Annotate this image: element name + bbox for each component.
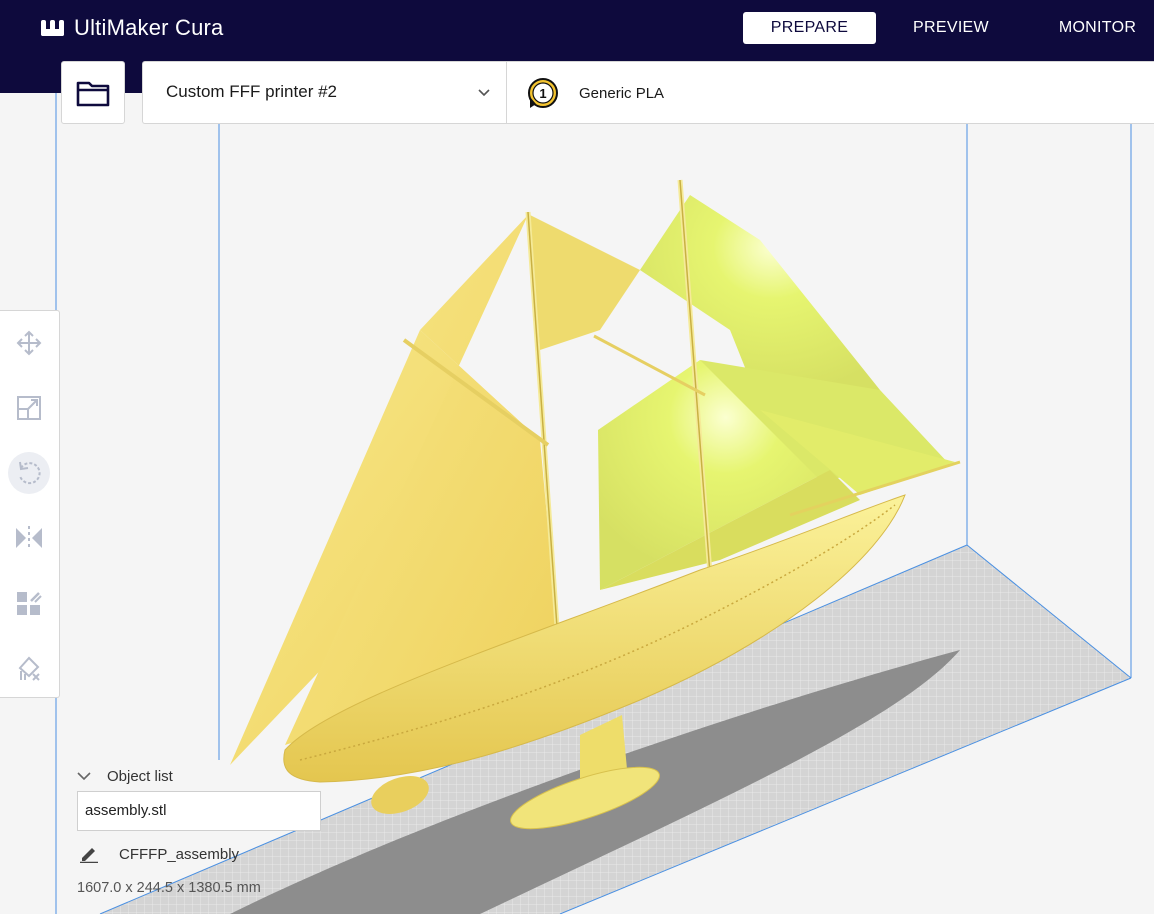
object-list-panel: Object list assembly.stl [77, 764, 337, 831]
extruder-icon: 1 [528, 77, 558, 108]
open-file-button[interactable] [61, 61, 125, 124]
tab-monitor[interactable]: MONITOR [1045, 12, 1150, 44]
material-selector[interactable]: 1 Generic PLA [526, 76, 664, 110]
machine-material-bar: Custom FFF printer #2 1 Generic PLA [142, 61, 1154, 124]
mirror-tool-button[interactable] [8, 517, 50, 559]
support-blocker-icon [18, 656, 40, 681]
extruder-number: 1 [539, 86, 546, 101]
chevron-down-icon [478, 89, 490, 97]
move-tool-button[interactable] [8, 322, 50, 364]
rotate-icon [19, 461, 41, 485]
move-icon [16, 330, 42, 356]
tool-panel [0, 310, 60, 698]
job-name[interactable]: CFFFP_assembly [119, 846, 239, 863]
per-model-settings-button[interactable] [8, 582, 50, 624]
object-list-item[interactable]: assembly.stl [77, 791, 321, 831]
mirror-icon [16, 526, 42, 550]
material-name: Generic PLA [579, 84, 665, 102]
object-list-toggle[interactable]: Object list [77, 764, 337, 788]
job-name-row: CFFFP_assembly [79, 845, 239, 863]
app-logo: UltiMaker Cura [40, 14, 224, 42]
folder-icon [76, 81, 110, 106]
rotate-tool-button[interactable] [8, 452, 50, 494]
pencil-icon[interactable] [79, 845, 99, 863]
scale-tool-button[interactable] [8, 387, 50, 429]
header-bar: UltiMaker Cura PREPARE PREVIEW MONITOR [0, 0, 1154, 56]
printer-name: Custom FFF printer #2 [166, 82, 337, 101]
app-title: UltiMaker Cura [74, 15, 224, 40]
object-list-header: Object list [107, 767, 173, 785]
ultimaker-logo-icon [41, 20, 64, 36]
chevron-down-icon [77, 772, 91, 781]
tab-preview[interactable]: PREVIEW [895, 12, 1007, 44]
printer-selector[interactable]: Custom FFF printer #2 [143, 62, 507, 123]
model-dimensions: 1607.0 x 244.5 x 1380.5 mm [77, 880, 261, 896]
scale-icon [17, 396, 41, 420]
per-model-settings-icon [17, 592, 42, 615]
support-blocker-button[interactable] [8, 647, 50, 689]
tab-prepare[interactable]: PREPARE [743, 12, 876, 44]
